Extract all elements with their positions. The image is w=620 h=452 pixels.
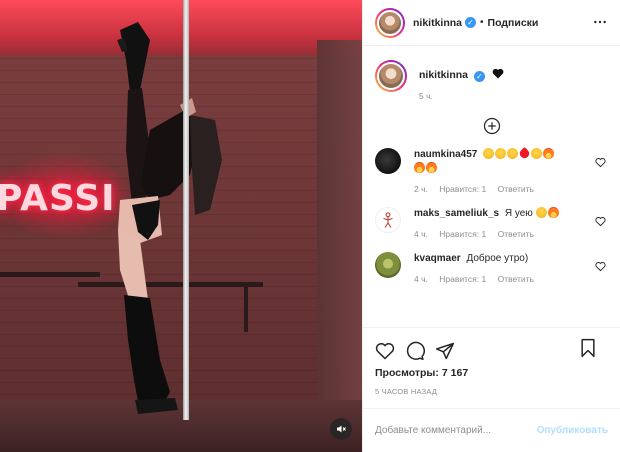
comment-time[interactable]: 2 ч.	[414, 184, 428, 194]
post-header: nikitkinna ✓ • Подписки	[363, 0, 620, 46]
comments-section: nikitkinna ✓ 5 ч. naumkina457 2 ч. Нрави…	[363, 46, 620, 327]
post-actions	[363, 327, 620, 365]
avatar[interactable]	[375, 148, 401, 174]
avatar[interactable]	[375, 7, 405, 38]
comment-text: Я уею	[504, 208, 533, 219]
comment-username[interactable]: maks_sameliuk_s	[414, 208, 499, 219]
reply-button[interactable]: Ответить	[498, 274, 534, 284]
comment-username[interactable]: kvaqmaer	[414, 253, 461, 264]
dancer-figure	[117, 22, 222, 414]
comment-time[interactable]: 4 ч.	[414, 274, 428, 284]
avatar[interactable]	[375, 207, 401, 233]
face-emoji-icon	[535, 207, 547, 218]
sound-off-icon	[337, 425, 346, 433]
reply-button[interactable]: Ответить	[498, 184, 534, 194]
bookmark-icon[interactable]	[578, 338, 598, 358]
author-username[interactable]: nikitkinna	[413, 17, 462, 29]
separator-dot: •	[480, 17, 484, 28]
comment-item: maks_sameliuk_s Я уею 4 ч. Нравится: 1 О…	[375, 207, 608, 239]
heart-icon[interactable]	[375, 341, 395, 361]
fire-emoji-icon	[426, 162, 437, 173]
instagram-post: PASSI nikitkinna ✓ • Подписки nikitkinna…	[0, 0, 620, 452]
caption-username[interactable]: nikitkinna	[419, 69, 468, 81]
comment-input[interactable]	[375, 425, 537, 436]
add-comment-bar: Опубликовать	[363, 408, 620, 452]
avatar[interactable]	[375, 252, 401, 278]
verified-badge-icon: ✓	[473, 71, 485, 82]
post-video[interactable]: PASSI	[0, 0, 362, 452]
comment-like-icon[interactable]	[595, 261, 606, 272]
fire-emoji-icon	[547, 207, 559, 218]
heart-emoji-icon	[518, 146, 532, 161]
post-timestamp[interactable]: 5 ЧАСОВ НАЗАД	[363, 379, 620, 396]
load-more-comments-icon[interactable]	[483, 117, 501, 135]
views-label: Просмотры:	[375, 367, 439, 379]
comment-emoji	[535, 207, 560, 219]
comment-username[interactable]: naumkina457	[414, 149, 477, 160]
fire-emoji-icon	[414, 162, 425, 173]
comment-item: kvaqmaer Доброе утро) 4 ч. Нравится: 1 О…	[375, 252, 608, 284]
dance-pole	[183, 0, 189, 420]
comment-text: Доброе утро)	[466, 253, 529, 264]
comment-likes[interactable]: Нравится: 1	[439, 184, 486, 194]
stick-figure-icon	[383, 212, 393, 228]
post-sidebar: nikitkinna ✓ • Подписки nikitkinna ✓ 5 ч…	[362, 0, 620, 452]
send-icon[interactable]	[435, 341, 455, 361]
face-emoji-icon	[483, 148, 495, 159]
comment-likes[interactable]: Нравится: 1	[439, 274, 486, 284]
caption-time[interactable]: 5 ч.	[419, 91, 504, 101]
comment-like-icon[interactable]	[595, 216, 606, 227]
post-caption: nikitkinna ✓ 5 ч.	[375, 60, 608, 101]
face-emoji-icon	[507, 148, 519, 159]
verified-badge-icon: ✓	[465, 17, 477, 28]
avatar[interactable]	[375, 60, 407, 92]
face-emoji-icon	[495, 148, 507, 159]
following-button[interactable]: Подписки	[488, 17, 539, 29]
mute-button[interactable]	[330, 418, 352, 440]
views-number: 7 167	[441, 367, 469, 379]
black-heart-icon	[492, 68, 503, 79]
face-emoji-icon	[531, 148, 543, 159]
comment-item: naumkina457 2 ч. Нравится: 1 Ответить	[375, 146, 608, 194]
publish-button[interactable]: Опубликовать	[537, 425, 608, 436]
comment-likes[interactable]: Нравится: 1	[439, 229, 486, 239]
fire-emoji-icon	[543, 148, 555, 159]
reply-button[interactable]: Ответить	[498, 229, 534, 239]
comment-icon[interactable]	[405, 341, 425, 361]
comment-like-icon[interactable]	[595, 157, 606, 168]
view-count[interactable]: Просмотры: 7 167	[363, 365, 620, 379]
comment-time[interactable]: 4 ч.	[414, 229, 428, 239]
more-options-icon[interactable]	[592, 14, 608, 30]
